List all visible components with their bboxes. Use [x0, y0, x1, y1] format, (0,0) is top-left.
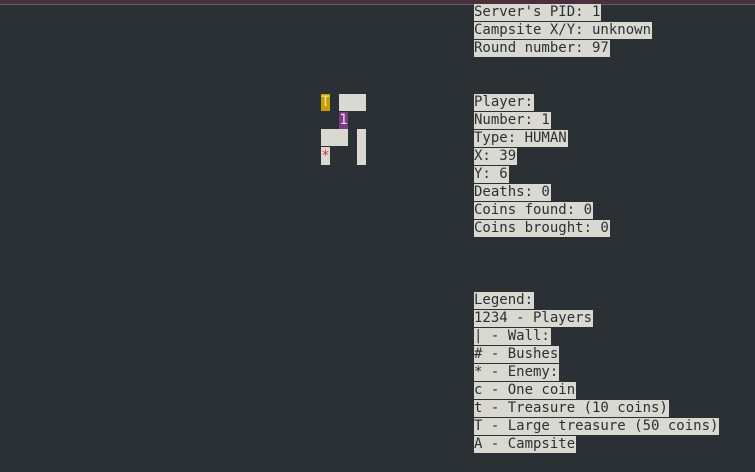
server-pid: Server's PID: 1	[474, 4, 602, 21]
player-x: X: 39	[474, 148, 518, 165]
legend-campsite: A - Campsite	[474, 436, 577, 453]
player-y: Y: 6	[474, 166, 509, 183]
floor-tile	[321, 129, 348, 146]
player-marker: 1	[339, 112, 348, 129]
campsite-position: Campsite X/Y: unknown	[474, 22, 653, 39]
floor-tile	[357, 129, 366, 165]
player-deaths: Deaths: 0	[474, 184, 551, 201]
player-heading: Player:	[474, 94, 535, 111]
window-top-border	[0, 4, 755, 5]
legend-players: 1234 - Players	[474, 310, 594, 327]
coins-brought: Coins brought: 0	[474, 220, 610, 237]
floor-tile	[339, 94, 366, 111]
round-number: Round number: 97	[474, 40, 610, 57]
legend-bushes: # - Bushes	[474, 346, 560, 363]
legend-heading: Legend:	[474, 292, 535, 309]
legend-wall: | - Wall:	[474, 328, 551, 345]
legend-treasure: t - Treasure (10 coins)	[474, 400, 669, 417]
player-number: Number: 1	[474, 112, 551, 129]
player-type: Type: HUMAN	[474, 130, 568, 147]
legend-enemy: * - Enemy:	[474, 364, 560, 381]
legend-one-coin: c - One coin	[474, 382, 577, 399]
large-treasure-tile: T	[321, 94, 330, 111]
coins-found: Coins found: 0	[474, 202, 594, 219]
enemy-marker: *	[321, 148, 330, 164]
legend-large-treasure: T - Large treasure (50 coins)	[474, 418, 720, 435]
